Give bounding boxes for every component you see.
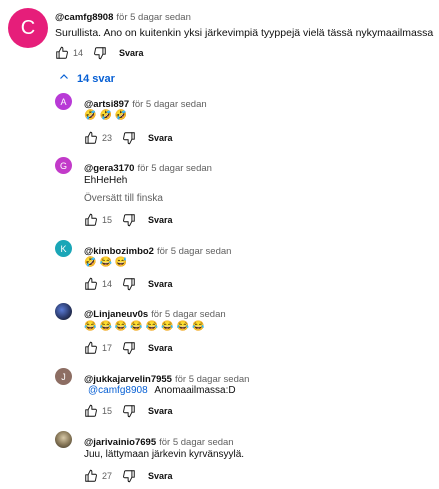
avatar-letter: G: [59, 160, 67, 171]
comment-time[interactable]: för 5 dagar sedan: [116, 12, 190, 23]
reply-time[interactable]: för 5 dagar sedan: [137, 163, 211, 174]
reply-actions: 23 Svara: [84, 131, 173, 145]
like-icon[interactable]: [84, 131, 98, 145]
replies-toggle-button[interactable]: 14 svar: [58, 71, 115, 86]
like-count: 14: [73, 48, 84, 58]
avatar-photo[interactable]: [55, 303, 72, 320]
avatar[interactable]: K: [55, 240, 72, 257]
reply-header: @jarivainio7695 för 5 dagar sedan: [84, 432, 234, 450]
reply-actions: 27 Svara: [84, 469, 173, 483]
avatar-letter: C: [20, 16, 36, 39]
comment-author[interactable]: @camfg8908: [55, 12, 113, 23]
reply-text: 😂😂😂😂😂😂😂😂: [84, 321, 208, 332]
comment-header: @camfg8908 för 5 dagar sedan: [55, 7, 191, 25]
reply-text: Juu, lättymaan järkevin kyrvänsyylä.: [84, 449, 245, 460]
dislike-icon[interactable]: [122, 404, 136, 418]
like-count: 27: [102, 471, 113, 481]
reply-author[interactable]: @jarivainio7695: [84, 437, 156, 448]
reply-text: EhHeHeh: [84, 175, 128, 186]
reply-button[interactable]: Svara: [148, 279, 173, 289]
avatar[interactable]: A: [55, 93, 72, 110]
like-count: 15: [102, 406, 113, 416]
reply-button[interactable]: Svara: [148, 343, 173, 353]
reply-text: 🤣🤣🤣: [84, 110, 131, 121]
avatar[interactable]: G: [55, 157, 72, 174]
like-icon[interactable]: [84, 469, 98, 483]
reply-author[interactable]: @artsi897: [84, 99, 129, 110]
reply-header: @Linjaneuv0s för 5 dagar sedan: [84, 304, 226, 322]
reply-author[interactable]: @kimbozimbo2: [84, 246, 154, 257]
reply-actions: 15 Svara: [84, 213, 173, 227]
avatar-photo[interactable]: [55, 431, 72, 448]
reply-actions: 15 Svara: [84, 404, 173, 418]
reply-button[interactable]: Svara: [148, 133, 173, 143]
avatar[interactable]: C: [8, 8, 48, 48]
dislike-icon[interactable]: [122, 277, 136, 291]
avatar-letter: A: [60, 96, 67, 107]
reply-button[interactable]: Svara: [148, 215, 173, 225]
reply-author[interactable]: @Linjaneuv0s: [84, 309, 148, 320]
comment-text: Surullista. Ano on kuitenkin yksi järkev…: [55, 27, 434, 39]
translate-link[interactable]: Översätt till finska: [84, 193, 163, 204]
like-icon[interactable]: [84, 213, 98, 227]
reply-actions: 14 Svara: [84, 277, 173, 291]
reply-time[interactable]: för 5 dagar sedan: [159, 437, 233, 448]
like-count: 14: [102, 279, 113, 289]
reply-button[interactable]: Svara: [148, 406, 173, 416]
like-count: 17: [102, 343, 113, 353]
replies-count: 14 svar: [77, 72, 115, 85]
like-count: 15: [102, 215, 113, 225]
dislike-icon[interactable]: [122, 131, 136, 145]
reply-header: @gera3170 för 5 dagar sedan: [84, 158, 212, 176]
reply-text: Anomaailmassa:D: [154, 385, 236, 396]
like-icon[interactable]: [84, 341, 98, 355]
dislike-icon[interactable]: [122, 341, 136, 355]
reply-time[interactable]: för 5 dagar sedan: [151, 309, 225, 320]
dislike-icon[interactable]: [122, 469, 136, 483]
like-icon[interactable]: [84, 404, 98, 418]
reply-text: 🤣😂😅: [84, 257, 131, 268]
reply-author[interactable]: @jukkajarvelin7955: [84, 374, 172, 385]
avatar-letter: K: [60, 243, 67, 254]
dislike-icon[interactable]: [93, 46, 107, 60]
dislike-icon[interactable]: [122, 213, 136, 227]
like-count: 23: [102, 133, 113, 143]
reply-text-line: @camfg8908 Anomaailmassa:D: [88, 385, 236, 396]
avatar-letter: J: [61, 371, 66, 382]
reply-time[interactable]: för 5 dagar sedan: [175, 374, 249, 385]
reply-button[interactable]: Svara: [148, 471, 173, 481]
like-icon[interactable]: [84, 277, 98, 291]
reply-time[interactable]: för 5 dagar sedan: [132, 99, 206, 110]
reply-author[interactable]: @gera3170: [84, 163, 134, 174]
reply-actions: 17 Svara: [84, 341, 173, 355]
avatar[interactable]: J: [55, 368, 72, 385]
mention-link[interactable]: @camfg8908: [88, 385, 148, 396]
chevron-up-icon: [58, 71, 70, 86]
comment-actions: 14 Svara: [55, 46, 144, 60]
reply-button[interactable]: Svara: [119, 48, 144, 58]
like-icon[interactable]: [55, 46, 69, 60]
reply-time[interactable]: för 5 dagar sedan: [157, 246, 231, 257]
